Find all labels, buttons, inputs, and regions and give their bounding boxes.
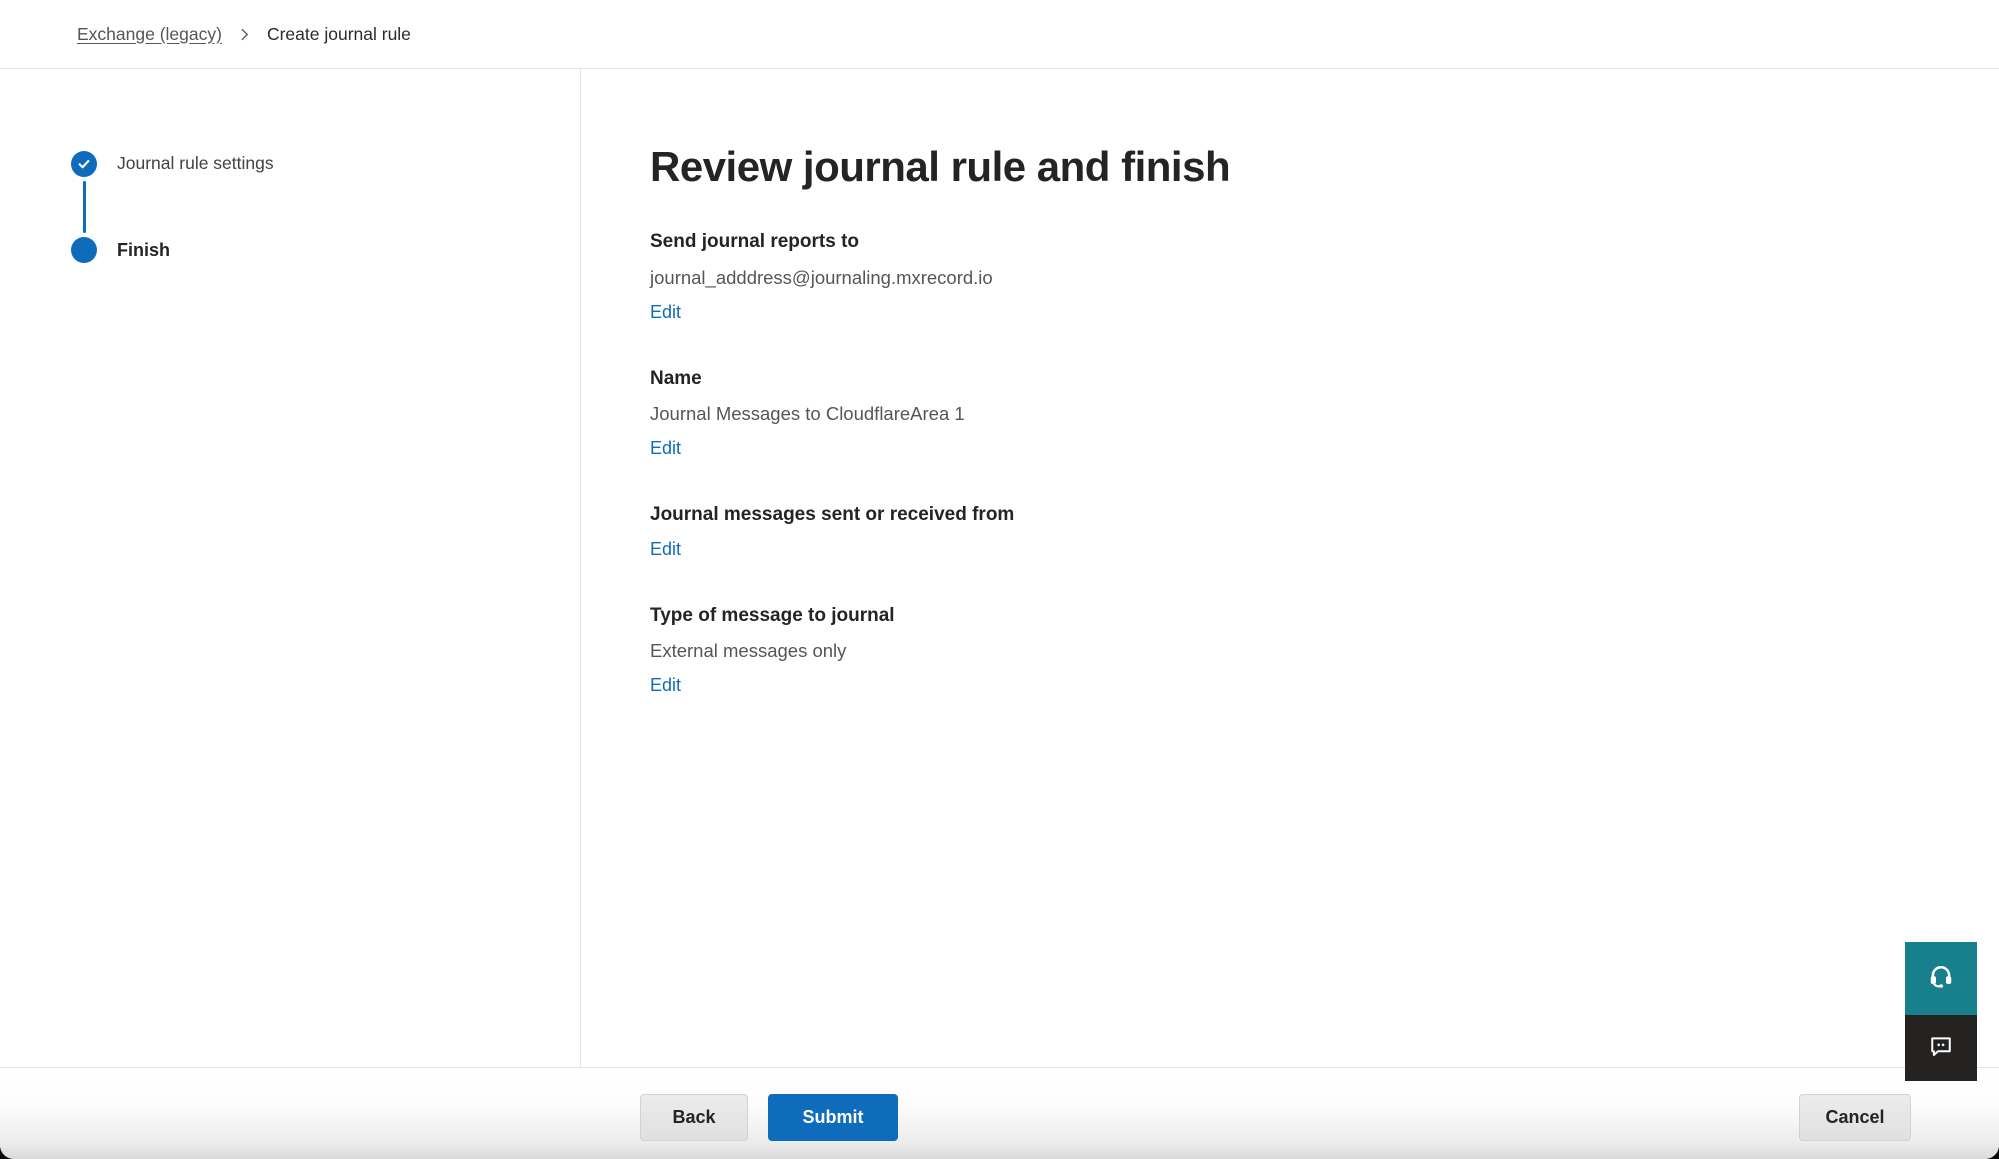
page-title: Review journal rule and finish bbox=[650, 142, 1999, 192]
section-label: Send journal reports to bbox=[650, 230, 1999, 255]
chevron-right-icon bbox=[238, 28, 251, 41]
admin-center-window: Exchange (legacy) Create journal rule Jo… bbox=[0, 0, 1999, 1159]
journal-report-address-value: journal_adddress@journaling.mxrecord.io bbox=[650, 266, 1999, 290]
breadcrumb-current-page: Create journal rule bbox=[267, 24, 411, 45]
section-name: Name Journal Messages to CloudflareArea … bbox=[650, 367, 1999, 461]
step-current-dot-icon bbox=[71, 237, 97, 263]
step-label: Journal rule settings bbox=[117, 155, 274, 173]
section-send-journal-reports-to: Send journal reports to journal_adddress… bbox=[650, 230, 1999, 324]
section-journal-messages-scope: Journal messages sent or received from E… bbox=[650, 503, 1999, 562]
edit-name-link[interactable]: Edit bbox=[650, 437, 681, 460]
section-message-type: Type of message to journal External mess… bbox=[650, 604, 1999, 698]
review-sections: Send journal reports to journal_adddress… bbox=[650, 230, 1999, 697]
edit-send-journal-reports-link[interactable]: Edit bbox=[650, 301, 681, 324]
step-completed-check-icon bbox=[71, 151, 97, 177]
breadcrumb-link-exchange-legacy[interactable]: Exchange (legacy) bbox=[77, 24, 222, 45]
section-label: Journal messages sent or received from bbox=[650, 503, 1999, 528]
headset-icon bbox=[1926, 961, 1956, 996]
support-button-stack bbox=[1905, 942, 1977, 1081]
help-support-button[interactable] bbox=[1905, 942, 1977, 1015]
edit-message-type-link[interactable]: Edit bbox=[650, 674, 681, 697]
cancel-button[interactable]: Cancel bbox=[1799, 1094, 1911, 1141]
edit-scope-link[interactable]: Edit bbox=[650, 538, 681, 561]
message-type-value: External messages only bbox=[650, 639, 1999, 663]
section-label: Name bbox=[650, 367, 1999, 392]
feedback-icon bbox=[1927, 1032, 1955, 1065]
wizard-steps-panel: Journal rule settings Finish bbox=[0, 69, 581, 1067]
rule-name-value: Journal Messages to CloudflareArea 1 bbox=[650, 402, 1999, 426]
review-pane: Review journal rule and finish Send jour… bbox=[582, 69, 1999, 1067]
step-journal-rule-settings[interactable]: Journal rule settings bbox=[71, 151, 580, 177]
step-list: Journal rule settings Finish bbox=[0, 69, 580, 263]
section-label: Type of message to journal bbox=[650, 604, 1999, 629]
step-finish[interactable]: Finish bbox=[71, 237, 580, 263]
feedback-button[interactable] bbox=[1905, 1015, 1977, 1081]
step-connector-line bbox=[83, 181, 86, 233]
breadcrumb: Exchange (legacy) Create journal rule bbox=[0, 0, 1999, 69]
step-label: Finish bbox=[117, 241, 170, 259]
submit-button[interactable]: Submit bbox=[768, 1094, 898, 1141]
footer-action-bar: Back Submit Cancel bbox=[0, 1067, 1999, 1159]
back-button[interactable]: Back bbox=[640, 1094, 748, 1141]
